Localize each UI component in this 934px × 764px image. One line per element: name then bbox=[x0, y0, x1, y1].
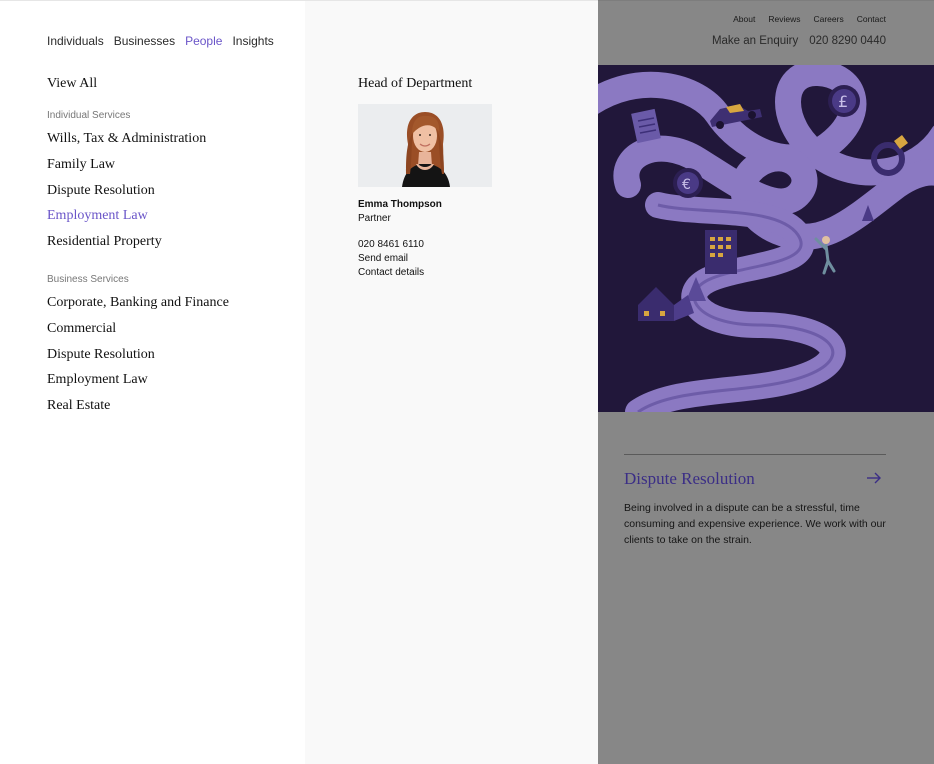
business-services-heading: Business Services bbox=[47, 274, 129, 285]
menu-item-dispute-resolution[interactable]: Dispute Resolution bbox=[47, 178, 206, 204]
mega-menu-panel: Individuals Businesses People Insights V… bbox=[0, 0, 305, 764]
utility-link-reviews[interactable]: Reviews bbox=[768, 14, 800, 24]
menu-item-business-dispute-resolution[interactable]: Dispute Resolution bbox=[47, 342, 229, 368]
menu-item-business-employment-law[interactable]: Employment Law bbox=[47, 367, 229, 393]
send-email-link[interactable]: Send email bbox=[358, 252, 424, 266]
utility-link-contact[interactable]: Contact bbox=[857, 14, 886, 24]
view-all-link[interactable]: View All bbox=[47, 76, 97, 92]
person-contact: 020 8461 6110 Send email Contact details bbox=[358, 238, 424, 280]
department-heading: Head of Department bbox=[358, 76, 473, 91]
person-role: Partner bbox=[358, 213, 391, 224]
menu-item-corporate-banking[interactable]: Corporate, Banking and Finance bbox=[47, 290, 229, 316]
nav-tab-businesses[interactable]: Businesses bbox=[114, 34, 175, 48]
enquiry-bar: Make an Enquiry 020 8290 0440 bbox=[712, 35, 886, 47]
feature-title-link[interactable]: Dispute Resolution bbox=[624, 469, 755, 489]
feature-description: Being involved in a dispute can be a str… bbox=[624, 502, 886, 546]
department-panel: Head of Department Emma Thompson Partner… bbox=[305, 0, 598, 764]
arrow-right-icon[interactable] bbox=[866, 471, 882, 485]
nav-tab-insights[interactable]: Insights bbox=[232, 34, 273, 48]
business-services-list: Corporate, Banking and Finance Commercia… bbox=[47, 290, 229, 419]
menu-item-employment-law[interactable]: Employment Law bbox=[47, 203, 206, 229]
nav-tab-people[interactable]: People bbox=[185, 34, 222, 48]
page-overlay: About Reviews Careers Contact Make an En… bbox=[598, 0, 934, 764]
primary-nav: Individuals Businesses People Insights bbox=[47, 34, 274, 48]
contact-details-link[interactable]: Contact details bbox=[358, 266, 424, 280]
menu-item-family-law[interactable]: Family Law bbox=[47, 152, 206, 178]
individual-services-list: Wills, Tax & Administration Family Law D… bbox=[47, 126, 206, 255]
feature-divider bbox=[624, 454, 886, 455]
hero-illustration: £ € bbox=[598, 65, 934, 412]
menu-item-real-estate[interactable]: Real Estate bbox=[47, 393, 229, 419]
enquiry-phone-link[interactable]: 020 8290 0440 bbox=[809, 35, 886, 47]
utility-nav: About Reviews Careers Contact bbox=[733, 14, 886, 24]
utility-link-careers[interactable]: Careers bbox=[813, 14, 843, 24]
menu-item-wills-tax[interactable]: Wills, Tax & Administration bbox=[47, 126, 206, 152]
make-enquiry-link[interactable]: Make an Enquiry bbox=[712, 35, 798, 47]
menu-item-residential-property[interactable]: Residential Property bbox=[47, 229, 206, 255]
svg-text:€: € bbox=[682, 177, 691, 193]
utility-link-about[interactable]: About bbox=[733, 14, 755, 24]
person-photo[interactable] bbox=[358, 104, 492, 187]
nav-tab-individuals[interactable]: Individuals bbox=[47, 34, 104, 48]
menu-item-commercial[interactable]: Commercial bbox=[47, 316, 229, 342]
individual-services-heading: Individual Services bbox=[47, 110, 131, 121]
person-name[interactable]: Emma Thompson bbox=[358, 199, 442, 210]
svg-text:£: £ bbox=[838, 92, 848, 111]
person-phone-link[interactable]: 020 8461 6110 bbox=[358, 238, 424, 252]
